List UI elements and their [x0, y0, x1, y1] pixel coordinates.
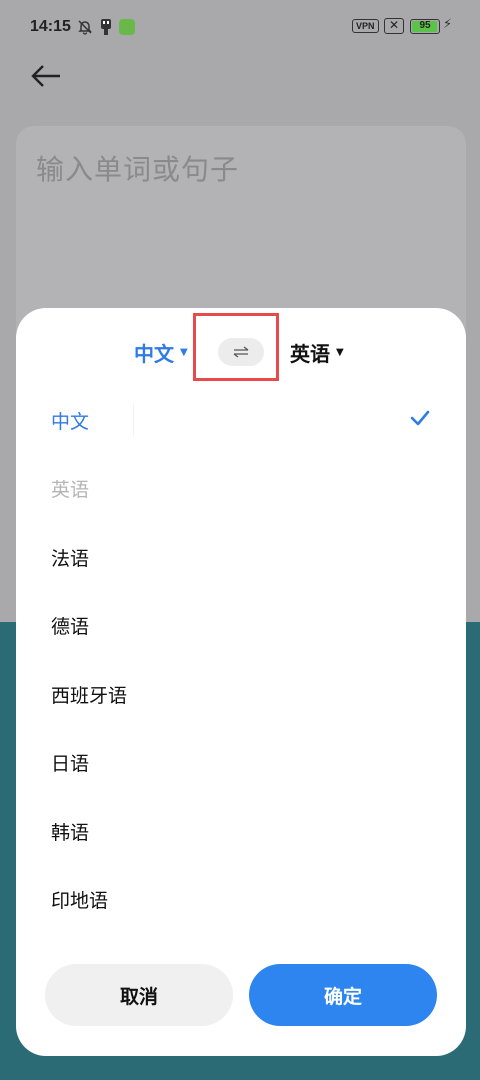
language-option-label: 法语	[51, 547, 90, 570]
charging-bolt-icon: ⚡	[443, 17, 453, 32]
highlight-annotation-box	[193, 313, 279, 381]
source-language-dropdown[interactable]: 中文 ▼	[134, 338, 188, 367]
target-language-label: 英语	[290, 342, 330, 366]
target-language-dropdown[interactable]: 英语 ▼	[290, 338, 344, 367]
source-language-label: 中文	[134, 342, 174, 366]
no-sim-icon: ✕	[384, 18, 404, 34]
language-option-chinese[interactable]: 中文	[16, 386, 466, 455]
language-option-label: 西班牙语	[51, 684, 128, 707]
language-picker-sheet: 中文 ▼ 英语 ▼ 中文 英语 法语 德语 西班牙语 日语 韩语 印地语 取消 …	[16, 308, 466, 1056]
language-option-japanese[interactable]: 日语	[16, 729, 466, 798]
language-option-german[interactable]: 德语	[16, 592, 466, 661]
caret-down-icon: ▼	[336, 347, 344, 358]
language-switcher: 中文 ▼ 英语 ▼	[16, 308, 466, 398]
language-option-hindi[interactable]: 印地语	[16, 866, 466, 935]
battery-icon: 95	[410, 19, 440, 34]
cancel-button[interactable]: 取消	[45, 964, 233, 1026]
battery-level: 95	[419, 20, 431, 31]
input-placeholder: 输入单词或句子	[36, 153, 240, 186]
language-option-label: 德语	[51, 616, 90, 639]
vpn-badge: VPN	[352, 19, 379, 33]
language-option-spanish[interactable]: 西班牙语	[16, 660, 466, 729]
language-option-french[interactable]: 法语	[16, 523, 466, 592]
arrow-left-icon	[31, 65, 60, 87]
app-notification-icon	[119, 18, 135, 36]
language-option-english: 英语	[16, 455, 466, 524]
status-bar: 14:15 VPN ✕ 95 ⚡	[0, 0, 480, 56]
language-option-label: 日语	[51, 753, 90, 776]
language-option-label: 中文	[51, 410, 90, 433]
confirm-button[interactable]: 确定	[249, 964, 437, 1026]
language-option-label: 印地语	[51, 890, 109, 913]
language-option-korean[interactable]: 韩语	[16, 797, 466, 866]
usb-icon	[98, 18, 114, 36]
language-option-label: 韩语	[51, 821, 90, 844]
check-icon	[410, 410, 430, 426]
divider	[133, 404, 134, 436]
caret-down-icon: ▼	[180, 347, 188, 358]
language-option-label: 英语	[51, 479, 90, 502]
status-time: 14:15	[30, 18, 71, 35]
mute-bell-icon	[76, 18, 94, 36]
language-list: 中文 英语 法语 德语 西班牙语 日语 韩语 印地语	[16, 386, 466, 934]
back-button[interactable]	[30, 58, 70, 94]
